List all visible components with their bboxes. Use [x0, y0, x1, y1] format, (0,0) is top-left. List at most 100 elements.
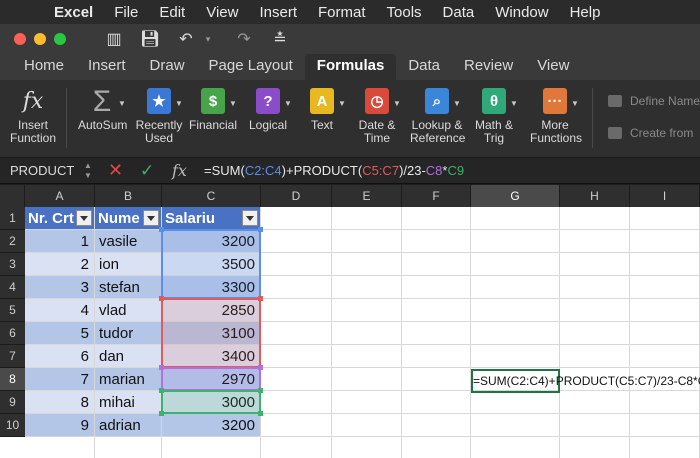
cell-nr-crt[interactable]: 8 [25, 391, 94, 413]
cell-nr-crt[interactable]: 4 [25, 299, 94, 321]
column-header-i[interactable]: I [630, 185, 700, 207]
lookup-reference-dropdown-icon[interactable]: ▼ [453, 99, 461, 108]
menu-edit[interactable]: Edit [159, 4, 185, 21]
lookup-reference-button[interactable]: ⌕ Lookup & Reference [410, 88, 465, 145]
tab-insert[interactable]: Insert [76, 54, 138, 80]
cell-salariu[interactable]: 3100 [162, 322, 260, 344]
row-header-3[interactable]: 3 [0, 253, 25, 276]
confirm-edit-icon[interactable]: ✓ [140, 161, 158, 181]
range-handle[interactable] [258, 388, 263, 393]
cell-salariu[interactable]: 3500 [162, 253, 260, 275]
define-name-button[interactable]: Define Name [608, 94, 700, 108]
range-handle[interactable] [258, 411, 263, 416]
cell-salariu[interactable]: 3200 [162, 230, 260, 252]
menu-window[interactable]: Window [495, 4, 548, 21]
row-header-10[interactable]: 10 [0, 414, 25, 437]
range-handle[interactable] [258, 227, 263, 232]
menu-data[interactable]: Data [443, 4, 475, 21]
row-header-2[interactable]: 2 [0, 230, 25, 253]
tab-view[interactable]: View [525, 54, 581, 80]
filter-dropdown-icon[interactable] [242, 210, 258, 226]
date-time-button[interactable]: ◷ Date & Time [355, 88, 399, 145]
cell-nr-crt[interactable]: 3 [25, 276, 94, 298]
cell-nr-crt[interactable]: 9 [25, 414, 94, 436]
cell-nr-crt[interactable]: 1 [25, 230, 94, 252]
tab-review[interactable]: Review [452, 54, 525, 80]
cell-nume[interactable]: marian [95, 368, 161, 390]
range-handle[interactable] [159, 296, 164, 301]
tab-formulas[interactable]: Formulas [304, 54, 397, 80]
row-header-9[interactable]: 9 [0, 391, 25, 414]
row-header-8[interactable]: 8 [0, 368, 25, 391]
range-handle[interactable] [159, 388, 164, 393]
cell-nume[interactable]: adrian [95, 414, 161, 436]
menu-format[interactable]: Format [318, 4, 366, 21]
column-header-b[interactable]: B [95, 185, 162, 207]
cell-nr-crt[interactable]: 7 [25, 368, 94, 390]
name-box[interactable]: PRODUCT ▲ ▼ [0, 159, 96, 183]
logical-button[interactable]: ? Logical [246, 88, 290, 132]
row-header-6[interactable]: 6 [0, 322, 25, 345]
autosum-button[interactable]: Σ AutoSum [78, 86, 127, 132]
customize-toolbar-icon[interactable]: ≛ [270, 29, 290, 49]
redo-icon[interactable]: ↷ [234, 29, 254, 49]
recently-used-button[interactable]: ★ Recently Used [134, 88, 184, 145]
cell-nr-crt[interactable]: 2 [25, 253, 94, 275]
range-handle[interactable] [159, 365, 164, 370]
range-handle[interactable] [159, 227, 164, 232]
column-header-a[interactable]: A [25, 185, 95, 207]
cell-nr-crt[interactable]: 6 [25, 345, 94, 367]
more-functions-button[interactable]: ··· More Functions [530, 88, 582, 145]
column-header-g[interactable]: G [471, 185, 560, 207]
tab-page-layout[interactable]: Page Layout [197, 54, 305, 80]
math-trig-button[interactable]: θ Math & Trig [472, 88, 516, 145]
range-handle[interactable] [258, 296, 263, 301]
cell-nume[interactable]: stefan [95, 276, 161, 298]
formula-input[interactable]: =SUM(C2:C4)+PRODUCT(C5:C7)/23-C8*C9 [204, 163, 464, 178]
range-handle[interactable] [159, 411, 164, 416]
menu-excel[interactable]: Excel [54, 4, 93, 21]
tab-home[interactable]: Home [12, 54, 76, 80]
create-from-selection-button[interactable]: Create from [608, 126, 693, 140]
cell-salariu[interactable]: 3000 [162, 391, 260, 413]
name-box-stepper-icon[interactable]: ▲ ▼ [84, 159, 96, 183]
range-handle[interactable] [258, 365, 263, 370]
column-header-e[interactable]: E [332, 185, 402, 207]
column-header-f[interactable]: F [402, 185, 471, 207]
cell-nume[interactable]: mihai [95, 391, 161, 413]
select-all-corner[interactable] [0, 185, 25, 207]
math-trig-dropdown-icon[interactable]: ▼ [510, 99, 518, 108]
more-functions-dropdown-icon[interactable]: ▼ [571, 99, 579, 108]
insert-function-button[interactable]: fx Insert Function [6, 88, 60, 145]
row-header-4[interactable]: 4 [0, 276, 25, 299]
spreadsheet-grid[interactable]: A B C D E F G H I 1 2 3 4 5 6 7 8 9 10 Nr. Crt Nume Salariu 1 v… [0, 185, 700, 458]
tab-draw[interactable]: Draw [138, 54, 197, 80]
cell-nume[interactable]: tudor [95, 322, 161, 344]
autosum-dropdown-icon[interactable]: ▼ [118, 99, 126, 108]
logical-dropdown-icon[interactable]: ▼ [284, 99, 292, 108]
cell-salariu[interactable]: 2970 [162, 368, 260, 390]
undo-dropdown-icon[interactable]: ▾ [198, 34, 218, 45]
recently-used-dropdown-icon[interactable]: ▼ [175, 99, 183, 108]
row-header-1[interactable]: 1 [0, 207, 25, 230]
minimize-window-button[interactable] [34, 33, 46, 45]
cell-nume[interactable]: ion [95, 253, 161, 275]
text-button[interactable]: A Text [304, 88, 340, 132]
cell-salariu[interactable]: 3200 [162, 414, 260, 436]
financial-dropdown-icon[interactable]: ▼ [229, 99, 237, 108]
zoom-window-button[interactable] [54, 33, 66, 45]
menu-help[interactable]: Help [570, 4, 601, 21]
close-window-button[interactable] [14, 33, 26, 45]
cell-nume[interactable]: vasile [95, 230, 161, 252]
insert-function-icon[interactable]: fx [172, 161, 190, 180]
menu-view[interactable]: View [206, 4, 238, 21]
undo-icon[interactable]: ↶ [176, 29, 196, 49]
cell-nume[interactable]: dan [95, 345, 161, 367]
row-header-7[interactable]: 7 [0, 345, 25, 368]
column-header-h[interactable]: H [560, 185, 630, 207]
active-cell-formula[interactable]: =SUM(C2:C4)+PRODUCT(C5:C7)/23-C8*C9 [473, 370, 700, 392]
sidebar-toggle-icon[interactable]: ▥ [104, 29, 124, 49]
menu-tools[interactable]: Tools [387, 4, 422, 21]
cancel-edit-icon[interactable]: ✕ [108, 160, 126, 181]
cell-nume[interactable]: vlad [95, 299, 161, 321]
